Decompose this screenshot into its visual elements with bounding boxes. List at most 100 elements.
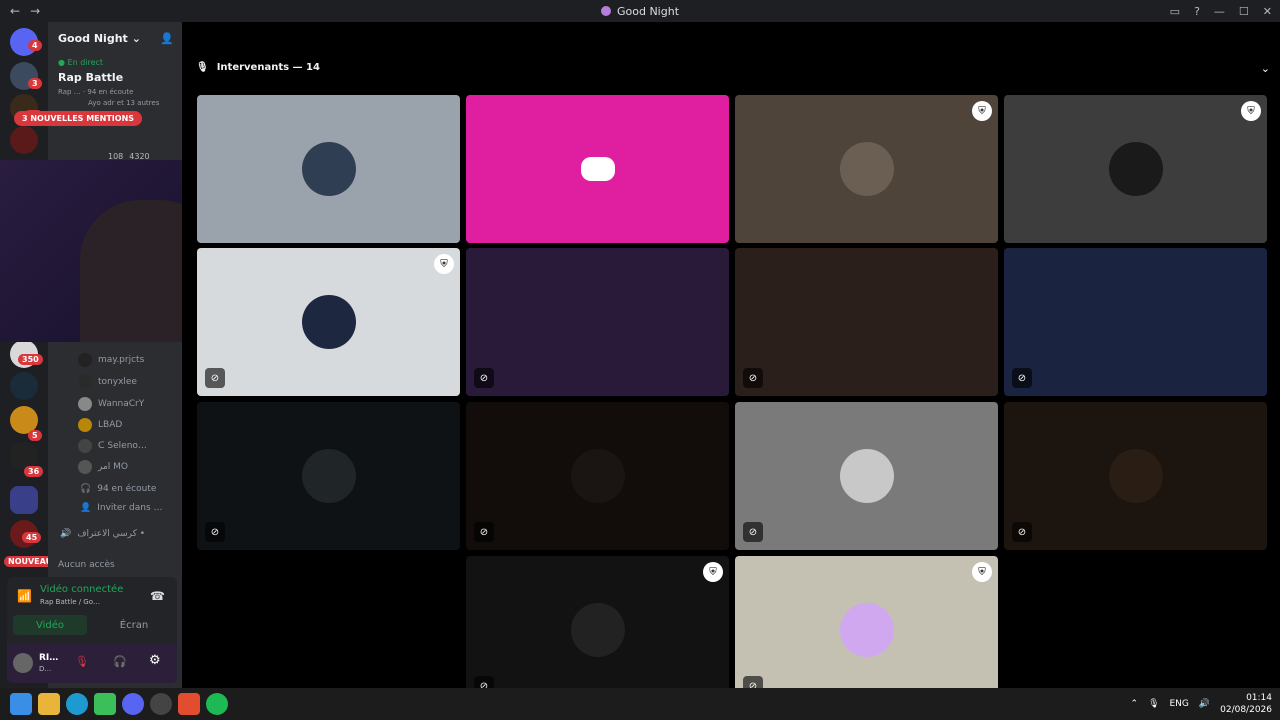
moderator-shield-icon: ⛨ (703, 562, 723, 582)
user-sub: D… (39, 665, 52, 673)
stage-name[interactable]: Rap Battle (48, 71, 182, 84)
media-player-icon[interactable] (94, 693, 116, 715)
windows-start-icon[interactable] (10, 693, 32, 715)
avatar (78, 397, 92, 411)
chevron-down-icon[interactable]: ⌄ (1261, 62, 1270, 75)
speaker-tile[interactable]: ⛨ (735, 95, 998, 243)
speaker-tile[interactable]: ⊘ ⛨ (197, 248, 460, 396)
server-icon-3[interactable] (10, 126, 38, 154)
language-indicator[interactable]: ENG (1170, 699, 1189, 709)
speaker-tile[interactable]: ⊘ (735, 402, 998, 550)
avatar (301, 295, 356, 349)
list-item[interactable]: LBAD (78, 417, 122, 433)
speaker-tile[interactable]: ⊘ (197, 402, 460, 550)
folder-icon[interactable] (10, 486, 38, 514)
voice-channel[interactable]: 🔊 كرسي الاعتراف • (60, 526, 145, 542)
inbox-icon[interactable]: ▭ (1170, 5, 1180, 18)
video-button[interactable]: Vidéo (13, 615, 87, 635)
member-name: امر MO (98, 462, 129, 472)
settings-gear-icon[interactable]: ⚙ (149, 653, 161, 668)
headset-icon[interactable]: 🎧 (113, 655, 127, 668)
list-item[interactable]: امر MO (78, 459, 128, 475)
listen-count: 94 en écoute (97, 484, 157, 494)
minimize-icon[interactable]: — (1214, 5, 1225, 18)
chevron-up-icon[interactable]: ⌃ (1131, 699, 1139, 709)
listener-count: 94 en écoute (87, 88, 134, 96)
forward-arrow-icon[interactable]: → (30, 4, 40, 18)
maximize-icon[interactable]: ☐ (1239, 5, 1249, 18)
video-button-label: Vidéo (35, 619, 65, 631)
nav-buttons: ← → (0, 4, 40, 18)
speakers-label: Intervenants — 14 (216, 62, 320, 73)
speaker-tile[interactable]: ⊘ (466, 402, 729, 550)
avatar (301, 142, 356, 196)
speaker-tile[interactable]: ⛨ (1004, 95, 1267, 243)
speaker-tile[interactable]: ⊘ ⛨ (735, 556, 998, 704)
disconnect-icon[interactable]: ☎ (150, 589, 165, 603)
speaker-tile[interactable]: ⊘ (1004, 248, 1267, 396)
invite-row[interactable]: 👤 Inviter dans … (80, 500, 163, 516)
clock-app-icon[interactable] (150, 693, 172, 715)
add-member-icon[interactable]: 👤 (160, 32, 174, 45)
help-icon[interactable]: ? (1194, 5, 1200, 18)
back-arrow-icon[interactable]: ← (10, 4, 20, 18)
voice-channel-name: كرسي الاعتراف • (77, 529, 146, 539)
server-icon-5[interactable] (10, 372, 38, 400)
user-area[interactable]: RI… D… 🎙 🎧 ⚙ (7, 643, 177, 683)
microphone-tray-icon[interactable]: 🎙 (1148, 699, 1159, 709)
member-name: WannaCrY (98, 399, 145, 409)
list-item[interactable]: may.prjcts (78, 352, 144, 368)
chevron-down-icon: ⌄ (131, 31, 142, 45)
home-badge: 4 (28, 40, 42, 51)
file-explorer-icon[interactable] (38, 693, 60, 715)
avatar (1108, 449, 1163, 503)
speaker-tile[interactable]: ⊘ ⛨ (466, 556, 729, 704)
brave-browser-icon[interactable] (178, 693, 200, 715)
avatar (13, 653, 33, 673)
clock-time: 01:14 (1246, 693, 1272, 703)
member-name: tonyxlee (98, 377, 137, 387)
server-badge: 45 (22, 532, 42, 543)
mic-muted-icon: ⊘ (474, 368, 494, 388)
speaker-icon[interactable]: 🔊 (1199, 699, 1210, 709)
edge-browser-icon[interactable] (66, 693, 88, 715)
invite-label: Inviter dans … (97, 503, 163, 513)
avatar (839, 603, 894, 657)
server-header[interactable]: Good Night ⌄ 👤 (48, 22, 182, 54)
window-controls: ▭ ? — ☐ ✕ (1170, 5, 1272, 18)
live-label-text: En direct (67, 58, 104, 67)
mic-muted-icon[interactable]: 🎙 (75, 655, 89, 668)
mic-muted-icon: ⊘ (474, 522, 494, 542)
speakers-header[interactable]: 🎙 Intervenants — 14 (196, 62, 320, 73)
moderator-shield-icon: ⛨ (972, 562, 992, 582)
new-mentions-badge[interactable]: 3 NOUVELLES MENTIONS (14, 111, 143, 126)
discord-app-icon[interactable] (122, 693, 144, 715)
speaker-tile[interactable]: ⊘ (1004, 402, 1267, 550)
avatar (570, 449, 625, 503)
microphone-icon: 🎙 (196, 62, 209, 73)
list-item[interactable]: tonyxlee (78, 374, 137, 390)
speaker-tile[interactable] (466, 95, 729, 243)
avatar (78, 460, 92, 474)
list-item[interactable]: WannaCrY (78, 396, 144, 412)
listen-row[interactable]: 🎧 94 en écoute (80, 481, 156, 497)
screen-button-label: Écran (119, 619, 149, 631)
screen-button[interactable]: Écran (97, 615, 171, 635)
moderator-shield-icon: ⛨ (1241, 101, 1261, 121)
spotify-icon[interactable] (206, 693, 228, 715)
member-name: ᑕ Seleno… (98, 441, 147, 451)
list-item[interactable]: ᑕ Seleno… (78, 438, 147, 454)
speaker-tile[interactable]: ⊘ (735, 248, 998, 396)
close-icon[interactable]: ✕ (1263, 5, 1272, 18)
speaker-tile[interactable] (197, 95, 460, 243)
server-name: Good Night (58, 31, 128, 45)
no-access-label: Aucun accès (58, 560, 115, 570)
speaker-tile[interactable]: ⊘ (466, 248, 729, 396)
avatar (570, 603, 625, 657)
video-sub: Rap Battle / Go… (40, 598, 101, 606)
avatar (78, 439, 92, 453)
clock[interactable]: 01:14 02/08/2026 (1220, 692, 1272, 716)
mic-muted-icon: ⊘ (205, 522, 225, 542)
no-access-row[interactable]: Aucun accès (58, 557, 115, 573)
mic-muted-icon: ⊘ (1012, 522, 1032, 542)
